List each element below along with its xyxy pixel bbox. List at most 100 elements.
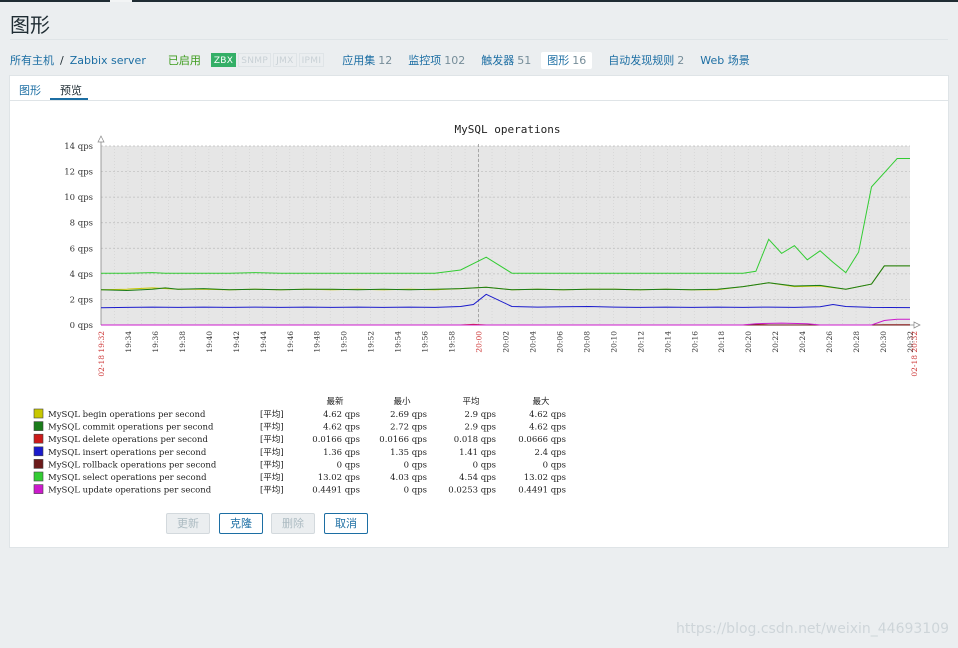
y-tick-label: 4 qps xyxy=(70,270,93,280)
host-link-3[interactable]: 图形 16 xyxy=(541,52,593,69)
availability-badges: ZBX SNMP JMX IPMI xyxy=(210,53,326,67)
legend-swatch-2 xyxy=(33,433,44,444)
legend-series-name: MySQL rollback operations per second xyxy=(48,460,217,470)
x-tick-label: 20:00 xyxy=(475,331,484,353)
x-range-label: 02-18 19:32 xyxy=(97,331,106,377)
host-link-count: 12 xyxy=(378,54,393,67)
watermark: https://blog.csdn.net/weixin_44693109 xyxy=(676,621,950,637)
legend-value-max: 4.62 qps xyxy=(529,423,566,433)
legend-swatch-0 xyxy=(33,408,44,419)
x-tick-label: 20:12 xyxy=(636,331,645,353)
host-link-2[interactable]: 触发器 51 xyxy=(481,54,531,67)
x-tick-label: 19:48 xyxy=(313,331,322,353)
y-tick-label: 12 qps xyxy=(64,168,93,178)
legend-value-max: 13.02 qps xyxy=(524,473,566,483)
legend-value-max: 0.4491 qps xyxy=(518,486,566,496)
legend-series-name: MySQL select operations per second xyxy=(48,473,207,483)
legend-series-name: MySQL commit operations per second xyxy=(48,423,214,433)
legend-value-min: 2.72 qps xyxy=(390,423,427,433)
legend-value-max: 0.0666 qps xyxy=(518,435,566,445)
x-tick-label: 20:06 xyxy=(555,331,564,353)
x-tick-label: 19:34 xyxy=(124,331,133,353)
update-button[interactable]: 更新 xyxy=(166,513,210,534)
x-tick-label: 20:08 xyxy=(582,331,591,353)
host-link-1[interactable]: 监控项 102 xyxy=(408,54,465,67)
legend-value-min: 0 qps xyxy=(404,460,427,470)
legend-value-latest: 0.0166 qps xyxy=(312,435,360,445)
legend-value-min: 2.69 qps xyxy=(390,410,427,420)
host-link-count: 16 xyxy=(572,54,587,67)
x-tick-label: 20:14 xyxy=(663,331,672,353)
legend-func: [平均] xyxy=(260,434,284,445)
y-tick-label: 8 qps xyxy=(70,219,93,229)
legend-swatch-3 xyxy=(33,446,44,457)
cancel-button[interactable]: 取消 xyxy=(324,513,368,534)
legend-func: [平均] xyxy=(260,459,284,470)
host-link-label: 图形 xyxy=(547,54,570,67)
host-link-5[interactable]: Web 场景 xyxy=(700,54,749,67)
legend-value-latest: 4.62 qps xyxy=(323,410,360,420)
mysql-operations-graph: MySQL operations 0 qps 2 qps 4 qps 6 qps 8 qp… xyxy=(33,123,921,496)
legend-series-name: MySQL update operations per second xyxy=(48,486,212,496)
host-link-label: Web 场景 xyxy=(700,54,750,67)
legend-value-latest: 0.4491 qps xyxy=(312,486,360,496)
legend-value-min: 0.0166 qps xyxy=(379,435,427,445)
host-link-count: 2 xyxy=(677,54,685,67)
host-link-label: 监控项 xyxy=(408,54,442,67)
host-status[interactable]: 已启用 xyxy=(168,52,201,68)
y-tick-label: 0 qps xyxy=(70,321,93,331)
legend-series-name: MySQL begin operations per second xyxy=(48,410,206,420)
availability-badge-snmp: SNMP xyxy=(238,53,272,67)
x-tick-label: 19:42 xyxy=(232,331,241,353)
x-tick-label: 20:04 xyxy=(528,331,537,353)
host-link-4[interactable]: 自动发现规则 2 xyxy=(608,54,684,67)
legend-value-max: 0 qps xyxy=(543,460,566,470)
x-tick-label: 19:56 xyxy=(421,331,430,353)
legend-swatch-5 xyxy=(33,471,44,482)
legend-header: 平均 xyxy=(462,396,479,407)
all-hosts-link[interactable]: 所有主机 xyxy=(10,52,54,68)
host-link-0[interactable]: 应用集 12 xyxy=(342,54,392,67)
x-tick-label: 20:30 xyxy=(879,331,888,353)
x-tick-label: 20:24 xyxy=(798,331,807,353)
host-link-label: 应用集 xyxy=(342,54,376,67)
legend-value-max: 4.62 qps xyxy=(529,410,566,420)
x-tick-label: 19:54 xyxy=(394,331,403,353)
legend-func: [平均] xyxy=(260,447,284,458)
legend-swatch-1 xyxy=(33,421,44,431)
x-tick-label: 19:52 xyxy=(367,331,376,353)
legend-value-avg: 0.0253 qps xyxy=(448,486,496,496)
legend-value-latest: 0 qps xyxy=(337,460,360,470)
x-tick-label: 20:22 xyxy=(771,331,780,353)
x-tick-label: 20:02 xyxy=(502,331,511,353)
legend-value-max: 2.4 qps xyxy=(535,448,566,458)
header-divider xyxy=(10,39,948,40)
legend-value-latest: 1.36 qps xyxy=(323,448,360,458)
clone-button[interactable]: 克隆 xyxy=(219,513,263,534)
x-tick-label: 19:46 xyxy=(286,331,295,353)
host-navigation: 所有主机 / Zabbix server 已启用 ZBX SNMP JMX IPMI … xyxy=(10,50,750,70)
availability-badge-ipmi: IPMI xyxy=(298,53,325,67)
graph-panel: 图形 预览 MySQL operations 0 qps 2 qps 4 qps 6 q… xyxy=(9,75,949,548)
availability-badge-zbx: ZBX xyxy=(210,53,237,67)
x-tick-label: 20:26 xyxy=(825,331,834,353)
legend-func: [平均] xyxy=(260,409,284,420)
legend-func: [平均] xyxy=(260,422,284,433)
delete-button[interactable]: 删除 xyxy=(271,513,315,534)
x-tick-label: 20:10 xyxy=(609,331,618,353)
availability-badge-jmx: JMX xyxy=(273,53,297,67)
legend-series-name: MySQL insert operations per second xyxy=(48,448,207,458)
legend-func: [平均] xyxy=(260,472,284,483)
chart-title: MySQL operations xyxy=(455,123,561,136)
x-range-label: 02-18 20:32 xyxy=(910,331,919,377)
x-tick-label: 20:28 xyxy=(852,331,861,353)
x-tick-label: 19:38 xyxy=(178,331,187,353)
host-link-label: 触发器 xyxy=(481,54,515,67)
top-bar-tab xyxy=(110,0,132,2)
legend-func: [平均] xyxy=(260,485,284,496)
x-tick-label: 20:16 xyxy=(690,331,699,353)
breadcrumb-separator: / xyxy=(60,53,64,67)
legend-value-latest: 4.62 qps xyxy=(323,423,360,433)
host-link[interactable]: Zabbix server xyxy=(70,54,146,67)
x-axis-arrow xyxy=(913,321,921,329)
